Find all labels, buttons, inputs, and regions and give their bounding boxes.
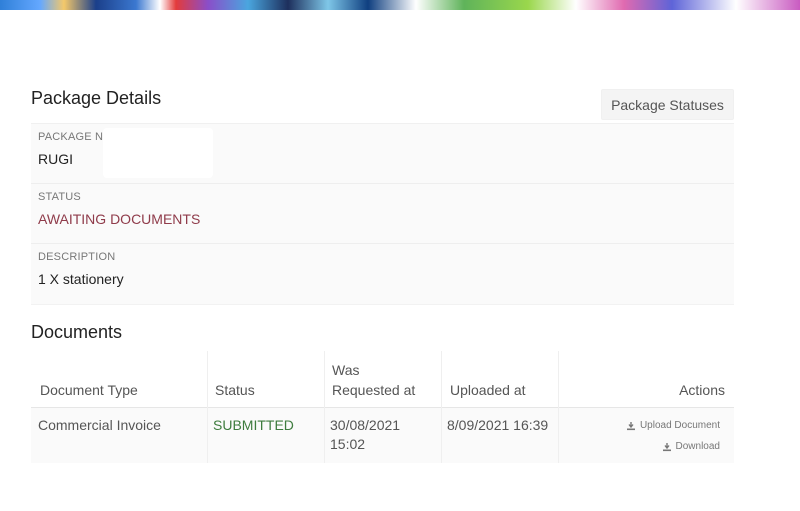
cell-document-type: Commercial Invoice bbox=[38, 417, 161, 433]
upload-icon bbox=[626, 421, 635, 430]
cell-requested-time: 15:02 bbox=[330, 436, 366, 452]
detail-row-description: DESCRIPTION 1 X stationery bbox=[31, 244, 734, 304]
download-icon bbox=[662, 442, 671, 451]
status-value: AWAITING DOCUMENTS bbox=[38, 211, 201, 227]
redaction-overlay bbox=[103, 128, 213, 178]
download-link[interactable]: Download bbox=[662, 441, 720, 452]
page-title: Package Details bbox=[31, 88, 162, 108]
description-label: DESCRIPTION bbox=[38, 251, 116, 263]
cell-uploaded-at: 8/09/2021 16:39 bbox=[447, 417, 549, 433]
package-name-value: RUGI bbox=[38, 151, 73, 167]
download-label: Download bbox=[675, 441, 720, 452]
column-header-document-type[interactable]: Document Type bbox=[40, 380, 138, 400]
description-value: 1 X stationery bbox=[38, 271, 124, 287]
column-header-status[interactable]: Status bbox=[215, 380, 255, 400]
column-header-uploaded-at[interactable]: Uploaded at bbox=[450, 380, 526, 400]
cell-status: SUBMITTED bbox=[213, 417, 294, 433]
cell-requested-date: 30/08/2021 bbox=[330, 417, 401, 433]
upload-document-label: Upload Document bbox=[639, 420, 720, 431]
column-divider bbox=[558, 351, 559, 463]
column-header-requested-line2[interactable]: Requested at bbox=[332, 380, 415, 400]
package-statuses-button[interactable]: Package Statuses bbox=[601, 89, 734, 120]
documents-table: Document Type Status Was Requested at Up… bbox=[31, 351, 734, 463]
table-header-divider bbox=[31, 407, 734, 408]
package-details-panel: PACKAGE NAME RUGI STATUS AWAITING DOCUME… bbox=[31, 123, 734, 305]
column-divider bbox=[324, 351, 325, 463]
column-header-actions: Actions bbox=[679, 382, 725, 398]
detail-row-name: PACKAGE NAME RUGI bbox=[31, 124, 734, 184]
documents-title: Documents bbox=[31, 322, 123, 342]
column-divider bbox=[207, 351, 208, 463]
status-label: STATUS bbox=[38, 191, 81, 203]
top-banner-image bbox=[0, 0, 800, 10]
column-header-requested-line1[interactable]: Was bbox=[332, 360, 359, 380]
detail-row-status: STATUS AWAITING DOCUMENTS bbox=[31, 184, 734, 244]
column-divider bbox=[441, 351, 442, 463]
upload-document-link[interactable]: Upload Document bbox=[626, 420, 720, 431]
